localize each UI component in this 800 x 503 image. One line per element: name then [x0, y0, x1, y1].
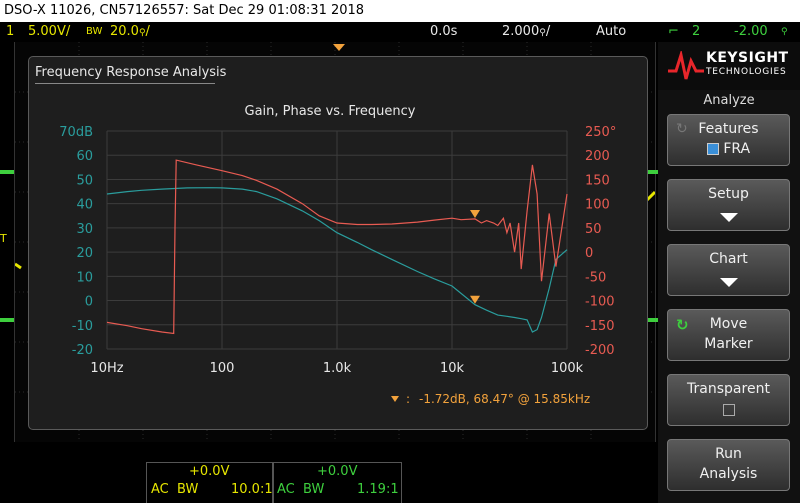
gain-tick-label: 10	[76, 270, 93, 285]
fra-checkbox-icon	[706, 143, 719, 155]
phase-tick-label: 0	[585, 246, 593, 261]
time-scale-suffix: /	[545, 24, 551, 39]
setup-softkey[interactable]: Setup	[667, 179, 790, 231]
gain-tick-label: -10	[72, 319, 93, 334]
frequency-axis-ticks: 10Hz 100 1.0k 10k 100k	[90, 361, 583, 376]
features-value: FRA	[723, 141, 751, 157]
trigger-position-marker[interactable]	[333, 44, 345, 51]
channel-info-bar: +0.0V AC BW 10.0:1 +0.0V AC BW 1.19:1	[0, 446, 660, 503]
gain-axis-ticks: 70dB 60 50 40 30 20 10 0 -10 -20	[59, 125, 93, 358]
marker-readout-text: -1.72dB, 68.47° @ 15.85kHz	[419, 392, 590, 406]
chart-submenu-arrow-icon	[668, 275, 789, 291]
channel-2-info[interactable]: +0.0V AC BW 1.19:1	[272, 462, 402, 503]
features-value-row: FRA	[668, 141, 789, 157]
channel-2-ground-marker-left	[0, 170, 14, 174]
phase-tick-label: 250°	[585, 125, 616, 140]
marker-points	[470, 209, 481, 304]
run-analysis-label-1: Run	[715, 446, 742, 462]
time-position[interactable]: 0.0s	[430, 22, 457, 42]
move-marker-label-2: Marker	[704, 336, 753, 352]
softkey-panel: KEYSIGHT TECHNOLOGIES Analyze ↻ Features…	[658, 42, 800, 503]
bandwidth-label: BW	[86, 26, 103, 37]
phase-tick-label: 200	[585, 149, 610, 164]
frequency-tick-label: 10Hz	[90, 361, 123, 376]
run-analysis-label-2: Analysis	[699, 466, 758, 482]
move-marker-softkey[interactable]: ↻ Move Marker	[667, 309, 790, 361]
channel-1-number[interactable]: 1	[6, 22, 14, 42]
window-title: DSO-X 11026, CN57126557: Sat Dec 29 01:0…	[0, 0, 800, 22]
frequency-tick-label: 100k	[551, 361, 584, 376]
phase-tick-label: 50	[585, 222, 602, 237]
channel-1-ground-marker[interactable]: T	[0, 232, 7, 245]
keysight-wave-icon	[668, 51, 704, 80]
setup-label: Setup	[708, 186, 749, 202]
channel-2-coupling: AC	[277, 482, 295, 497]
features-softkey[interactable]: ↻ Features FRA	[667, 114, 790, 166]
channel-1-bw: BW	[177, 482, 199, 497]
gain-tick-label: 50	[76, 173, 93, 188]
gain-tick-label: 20	[76, 246, 93, 261]
channel-1-info[interactable]: +0.0V AC BW 10.0:1	[146, 462, 274, 503]
channel-1-probe: 10.0:1	[231, 482, 273, 497]
run-analysis-softkey[interactable]: Run Analysis	[667, 439, 790, 491]
transparent-checkbox-icon	[668, 402, 789, 418]
features-label: Features	[698, 121, 759, 137]
transparent-softkey[interactable]: Transparent	[667, 374, 790, 426]
trigger-channel[interactable]: 2	[692, 22, 700, 42]
gain-tick-label: 30	[76, 222, 93, 237]
channel-2-bw: BW	[303, 482, 325, 497]
keysight-logo: KEYSIGHT TECHNOLOGIES	[658, 42, 800, 90]
frequency-tick-label: 100	[210, 361, 235, 376]
chart-title: Gain, Phase vs. Frequency	[245, 104, 416, 119]
marker-readout-separator: :	[406, 392, 410, 406]
trigger-level-unit-icon: ⚲	[781, 27, 788, 37]
phase-axis-ticks: 250° 200 150 100 50 0 -50 -100 -150 -200	[585, 125, 616, 358]
fra-dialog: Frequency Response Analysis Gain, Phase …	[28, 56, 648, 430]
channel-1-offset: +0.0V	[189, 464, 230, 479]
phase-tick-label: -200	[585, 343, 615, 358]
frequency-tick-label: 10k	[440, 361, 465, 376]
time-scale[interactable]: 2.000⚲/	[502, 22, 550, 43]
marker-readout-icon	[391, 396, 399, 402]
channel-2-level-marker-left	[0, 318, 14, 322]
trigger-level[interactable]: -2.00	[734, 22, 768, 42]
transparent-label: Transparent	[687, 381, 770, 397]
phase-tick-label: 150	[585, 173, 610, 188]
phase-tick-label: -100	[585, 295, 615, 310]
brand-subtitle: TECHNOLOGIES	[706, 67, 787, 77]
phase-tick-label: 100	[585, 198, 610, 213]
phase-tick-label: -150	[585, 319, 615, 334]
bandwidth-unit-icon: ⚲	[138, 28, 146, 38]
channel-2-offset: +0.0V	[317, 464, 358, 479]
channel-2-probe: 1.19:1	[357, 482, 399, 497]
channel-1-coupling: AC	[151, 482, 169, 497]
gain-tick-label: 60	[76, 149, 93, 164]
fra-chart: Gain, Phase vs. Frequency 70dB 60 50 40 30 20…	[59, 104, 616, 406]
marker-readout: : -1.72dB, 68.47° @ 15.85kHz	[391, 392, 590, 406]
chart-softkey[interactable]: Chart	[667, 244, 790, 296]
trigger-mode[interactable]: Auto	[596, 22, 626, 42]
time-unit-icon: ⚲	[539, 28, 546, 38]
brand-name: KEYSIGHT	[706, 50, 789, 66]
phase-marker-icon	[470, 209, 481, 218]
phase-tick-label: -50	[585, 270, 606, 285]
bandwidth-suffix: /	[145, 24, 150, 39]
gain-tick-label: 70dB	[59, 125, 93, 140]
gain-tick-label: 0	[85, 295, 93, 310]
channel-1-scale[interactable]: 5.00V/	[28, 22, 70, 42]
status-bar: 1 5.00V/ BW 20.0⚲/ 0.0s 2.000⚲/ Auto ⌐ 2…	[0, 22, 800, 42]
bandwidth-value[interactable]: 20.0⚲/	[110, 22, 150, 43]
trigger-edge-icon: ⌐	[668, 24, 679, 39]
time-scale-text: 2.000	[502, 24, 540, 39]
gain-tick-label: -20	[72, 343, 93, 358]
setup-submenu-arrow-icon	[668, 210, 789, 226]
bandwidth-value-text: 20.0	[110, 24, 139, 39]
move-marker-label-1: Move	[709, 316, 748, 332]
menu-title: Analyze	[703, 93, 755, 108]
chart-label: Chart	[709, 251, 748, 267]
gain-tick-label: 40	[76, 198, 93, 213]
frequency-tick-label: 1.0k	[323, 361, 352, 376]
